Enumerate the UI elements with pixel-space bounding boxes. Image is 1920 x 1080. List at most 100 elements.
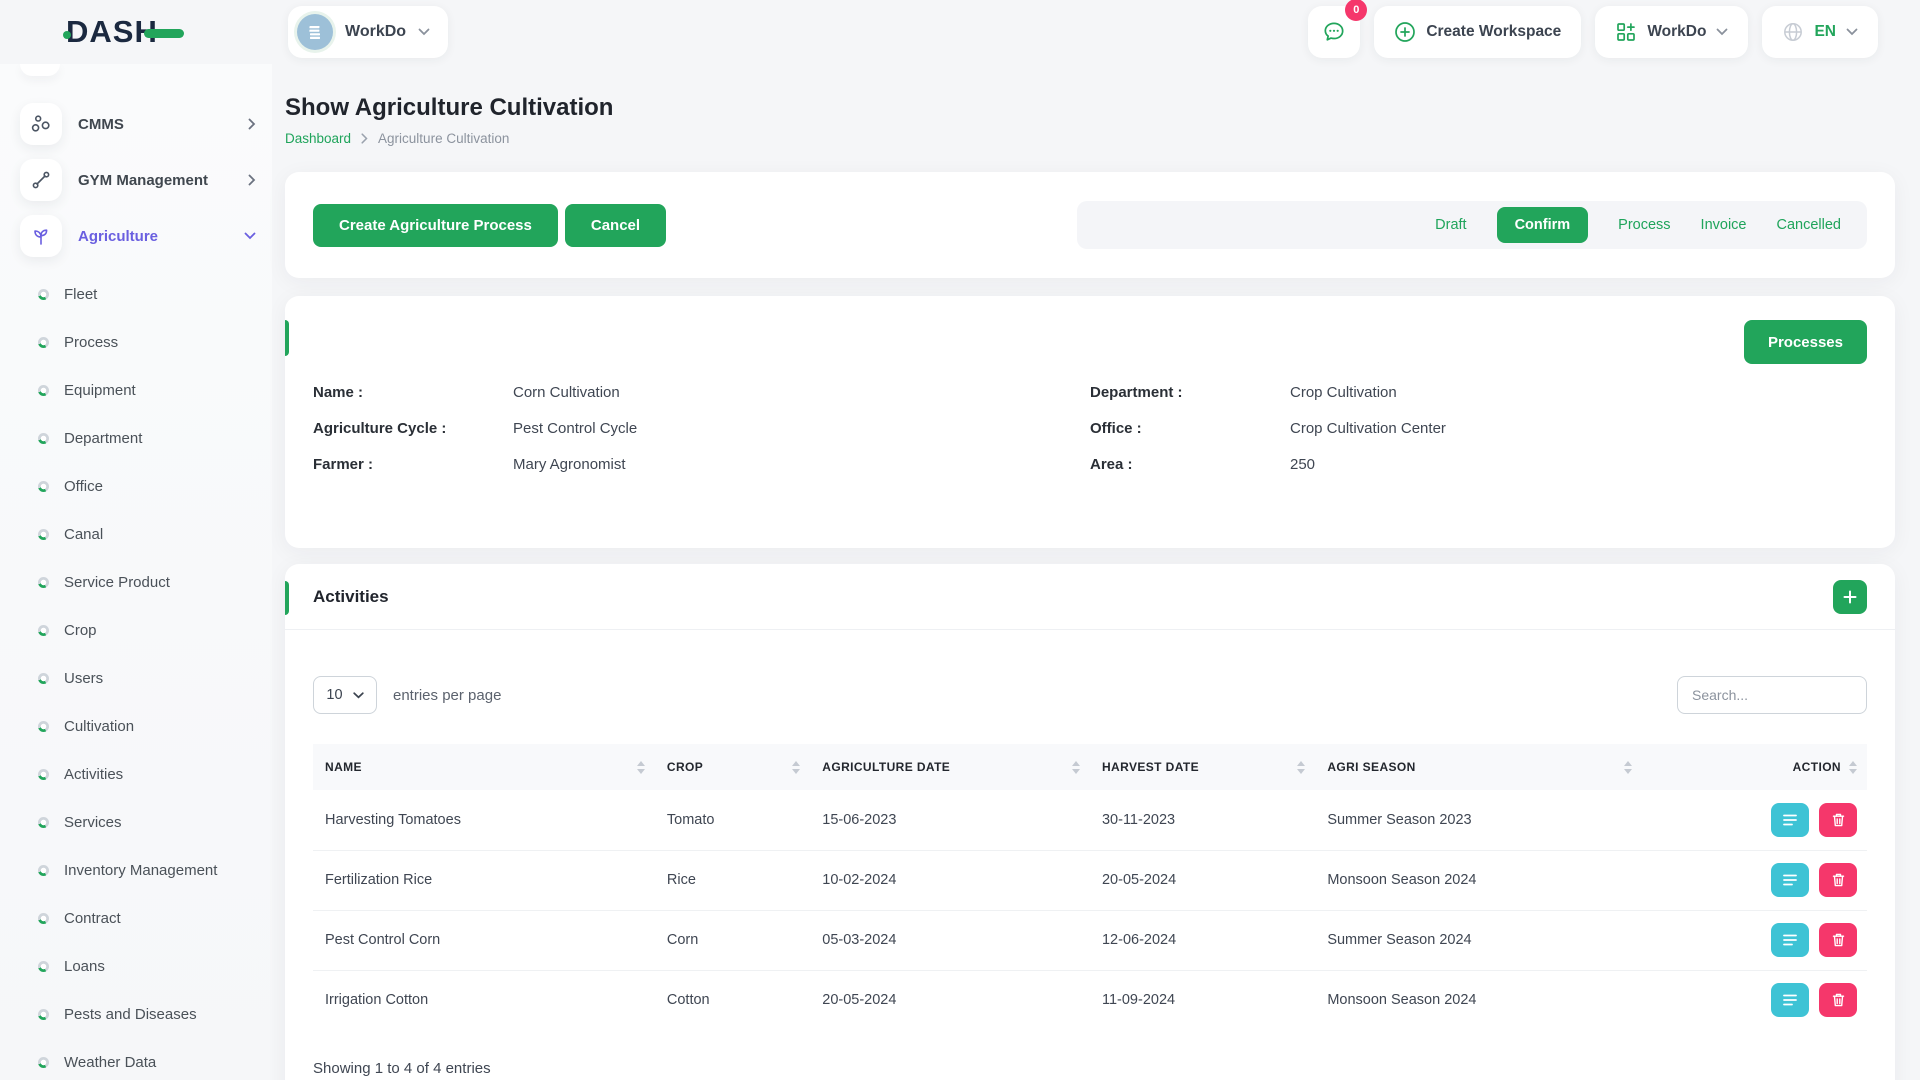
sidebar-item-services[interactable]: Services (0, 798, 272, 846)
sidebar-item-process[interactable]: Process (0, 318, 272, 366)
view-activity-button[interactable] (1771, 923, 1809, 957)
status-tab-cancelled[interactable]: Cancelled (1777, 217, 1842, 233)
workspace-chip[interactable]: WorkDo (288, 6, 448, 58)
sidebar-item-weather-data[interactable]: Weather Data (0, 1038, 272, 1080)
create-workspace-button[interactable]: Create Workspace (1374, 6, 1581, 58)
workspace-chip-label: WorkDo (345, 23, 406, 41)
field-value: Mary Agronomist (513, 456, 626, 473)
sidebar-subitem-label: Department (64, 430, 142, 447)
sidebar-item-service-product[interactable]: Service Product (0, 558, 272, 606)
cell-actions (1642, 790, 1867, 850)
chevron-down-icon (353, 692, 364, 699)
sort-icon (1072, 761, 1080, 774)
bullet-icon (38, 1057, 49, 1068)
sidebar-item-gym-management[interactable]: GYM Management (20, 158, 256, 202)
chevron-right-icon (248, 118, 256, 130)
column-header-name[interactable]: NAME (313, 744, 655, 790)
breadcrumb-dashboard-link[interactable]: Dashboard (285, 131, 351, 146)
activities-header: Activities (285, 564, 1895, 630)
sidebar-item-inventory-management[interactable]: Inventory Management (0, 846, 272, 894)
cancel-button[interactable]: Cancel (565, 204, 666, 247)
column-header-agri-season[interactable]: AGRI SEASON (1315, 744, 1641, 790)
dumbbell-icon (30, 169, 52, 191)
bullet-icon (38, 1009, 49, 1020)
sidebar-item-activities[interactable]: Activities (0, 750, 272, 798)
bullet-icon (38, 865, 49, 876)
sidebar-item-agriculture[interactable]: Agriculture (20, 214, 256, 258)
search-input[interactable] (1677, 676, 1867, 714)
cell-name: Fertilization Rice (313, 850, 655, 910)
status-tab-confirm[interactable]: Confirm (1497, 207, 1589, 243)
sidebar-item-users[interactable]: Users (0, 654, 272, 702)
brand-logo[interactable]: DASH (66, 14, 158, 50)
sidebar-item-contract[interactable]: Contract (0, 894, 272, 942)
trash-icon (1831, 872, 1846, 888)
create-agriculture-process-button[interactable]: Create Agriculture Process (313, 204, 558, 247)
cultivation-details-card: Processes Name : Corn Cultivation Agricu… (285, 296, 1895, 548)
chevron-down-icon (418, 28, 430, 36)
bullet-icon (38, 673, 49, 684)
sidebar-subitem-label: Activities (64, 766, 123, 783)
column-header-harvest-date[interactable]: HARVEST DATE (1090, 744, 1315, 790)
list-lines-icon (1782, 873, 1798, 887)
delete-activity-button[interactable] (1819, 923, 1857, 957)
building-icon (305, 22, 325, 42)
field-value: Crop Cultivation Center (1290, 420, 1446, 437)
sidebar-subitem-label: Service Product (64, 574, 170, 591)
view-activity-button[interactable] (1771, 983, 1809, 1017)
sidebar-subitem-label: Canal (64, 526, 103, 543)
details-left-column: Name : Corn Cultivation Agriculture Cycl… (313, 384, 1090, 492)
column-header-agriculture-date[interactable]: AGRICULTURE DATE (810, 744, 1090, 790)
agriculture-icon-card (20, 215, 62, 257)
sidebar-item-equipment[interactable]: Equipment (0, 366, 272, 414)
details-grid: Name : Corn Cultivation Agriculture Cycl… (313, 384, 1867, 492)
processes-button[interactable]: Processes (1744, 320, 1867, 364)
sidebar-item-loans[interactable]: Loans (0, 942, 272, 990)
field-label: Agriculture Cycle : (313, 420, 513, 437)
add-activity-button[interactable] (1833, 580, 1867, 614)
sidebar-item-cultivation[interactable]: Cultivation (0, 702, 272, 750)
sidebar-item-office[interactable]: Office (0, 462, 272, 510)
status-tab-draft[interactable]: Draft (1435, 217, 1466, 233)
sort-icon (792, 761, 800, 774)
cell-actions (1642, 850, 1867, 910)
company-menu-button[interactable]: WorkDo (1595, 6, 1748, 58)
delete-activity-button[interactable] (1819, 983, 1857, 1017)
field-value: Crop Cultivation (1290, 384, 1397, 401)
toolbar-buttons: Create Agriculture Process Cancel (313, 204, 666, 247)
sidebar-item-pests-and-diseases[interactable]: Pests and Diseases (0, 990, 272, 1038)
sort-icon (637, 761, 645, 774)
table-controls: 10 entries per page (313, 676, 1867, 714)
language-label: EN (1814, 23, 1836, 41)
sidebar-item-crop[interactable]: Crop (0, 606, 272, 654)
sidebar-subitem-label: Office (64, 478, 103, 495)
delete-activity-button[interactable] (1819, 863, 1857, 897)
cell-harvest-date: 12-06-2024 (1090, 910, 1315, 970)
delete-activity-button[interactable] (1819, 803, 1857, 837)
sidebar-item-canal[interactable]: Canal (0, 510, 272, 558)
sidebar-item-fleet[interactable]: Fleet (0, 270, 272, 318)
sidebar-item-department[interactable]: Department (0, 414, 272, 462)
language-selector[interactable]: EN (1762, 6, 1878, 58)
sidebar-subitem-label: Crop (64, 622, 97, 639)
status-tab-process[interactable]: Process (1618, 217, 1670, 233)
field-office: Office : Crop Cultivation Center (1090, 420, 1867, 437)
sidebar-item-cmms[interactable]: CMMS (20, 102, 256, 146)
bullet-icon (38, 769, 49, 780)
cell-agriculture-date: 15-06-2023 (810, 790, 1090, 850)
column-header-action[interactable]: ACTION (1642, 744, 1867, 790)
cell-crop: Cotton (655, 970, 810, 1030)
cell-actions (1642, 970, 1867, 1030)
entries-per-page-value: 10 (326, 687, 342, 703)
chevron-right-icon (248, 174, 256, 186)
column-header-crop[interactable]: CROP (655, 744, 810, 790)
page-title: Show Agriculture Cultivation (285, 94, 1895, 122)
status-tab-invoice[interactable]: Invoice (1701, 217, 1747, 233)
messages-button[interactable]: 0 (1308, 6, 1360, 58)
card-accent-bar (285, 320, 289, 356)
bullet-icon (38, 481, 49, 492)
sidebar-item-label: Agriculture (78, 228, 158, 245)
entries-per-page-select[interactable]: 10 (313, 676, 377, 714)
view-activity-button[interactable] (1771, 863, 1809, 897)
view-activity-button[interactable] (1771, 803, 1809, 837)
